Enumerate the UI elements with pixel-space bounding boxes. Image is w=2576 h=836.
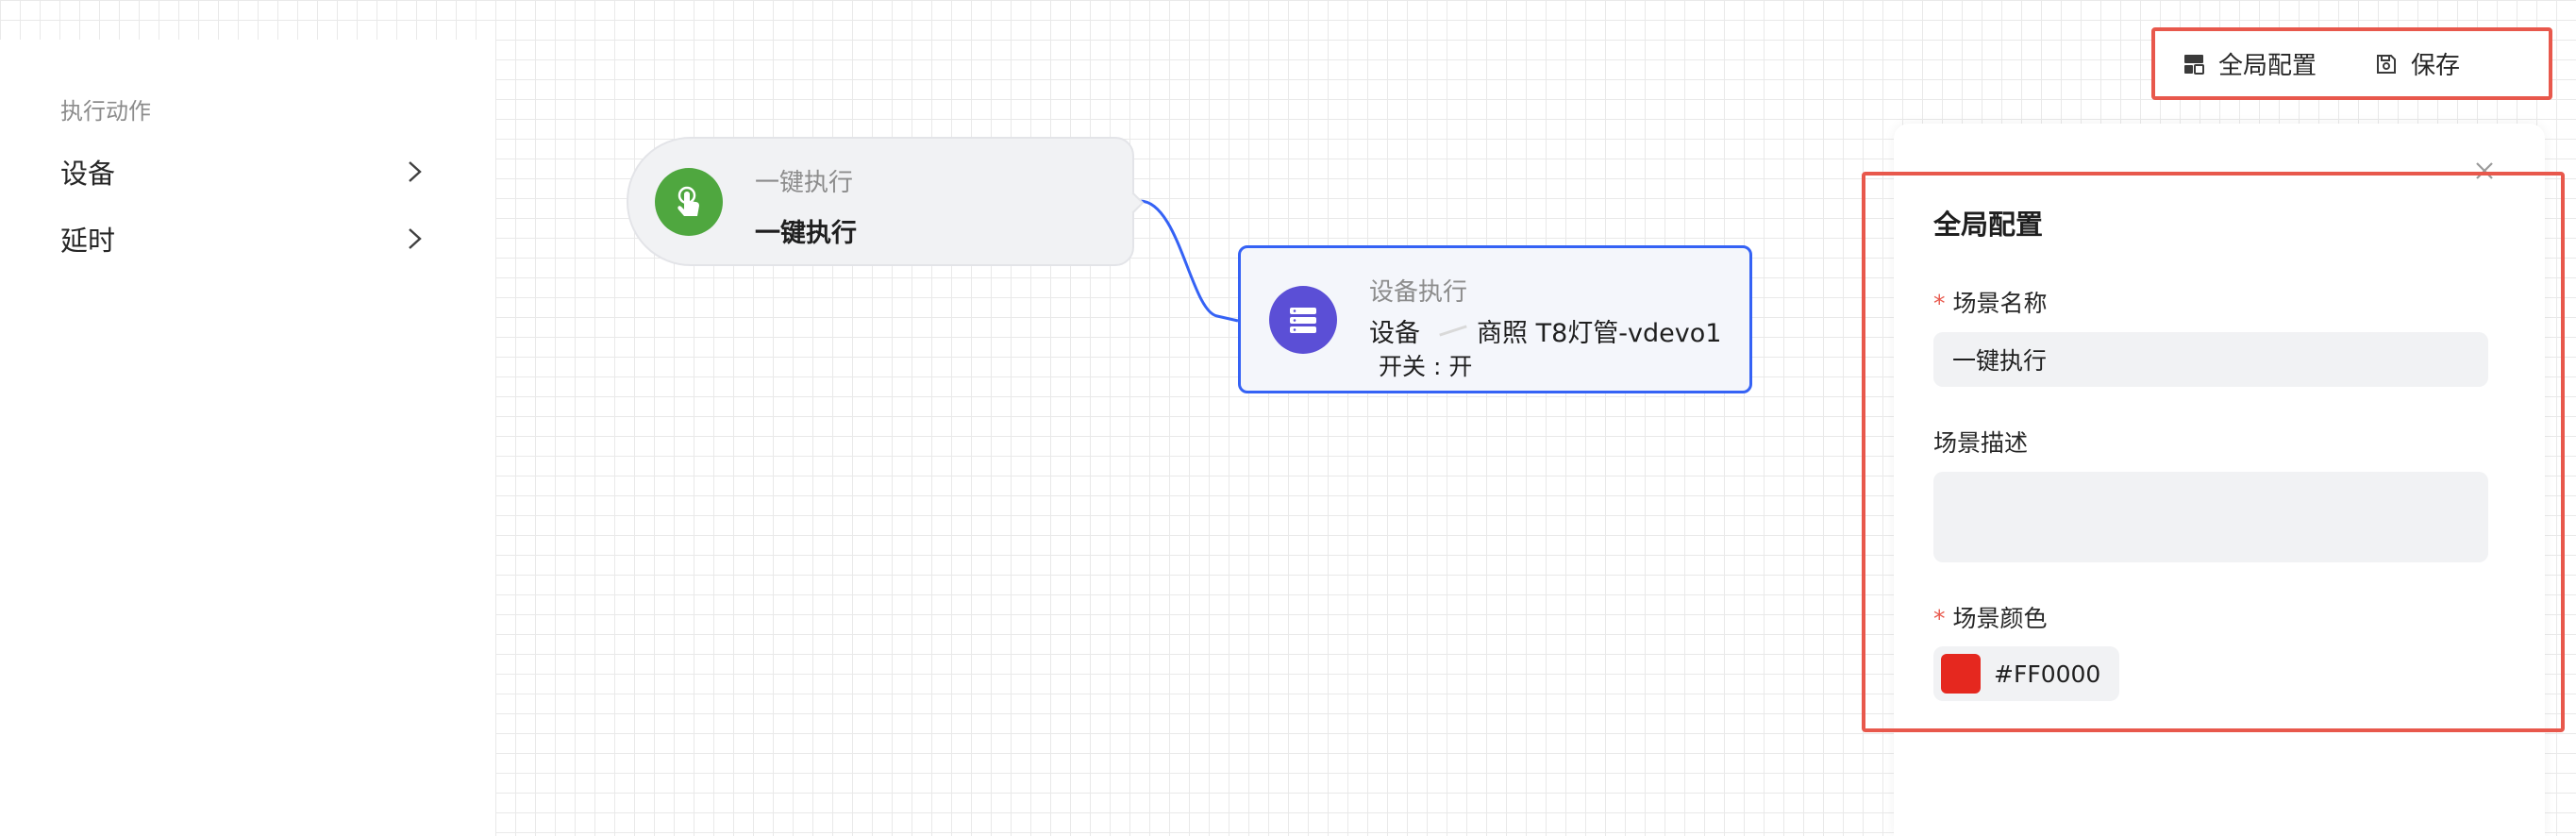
server-stack-icon <box>1269 286 1337 354</box>
sidebar-section-title: 执行动作 <box>60 98 151 125</box>
sidebar-item-delay[interactable]: 延时 <box>60 212 438 265</box>
tap-hand-icon <box>655 168 723 236</box>
device-node-action: 开关 : 开 <box>1379 353 1473 380</box>
chevron-right-icon <box>409 161 422 182</box>
global-config-label: 全局配置 <box>2218 52 2317 80</box>
trigger-node-title: 一键执行 <box>755 219 857 248</box>
device-name: 商照 T8灯管-vdevo1 <box>1477 319 1722 348</box>
sidebar-item-label: 延时 <box>60 225 116 257</box>
action-sidebar: 执行动作 设备 延时 <box>0 40 495 836</box>
device-thumbnail-icon <box>1439 325 1467 337</box>
trigger-node[interactable]: 一键执行 一键执行 <box>627 137 1145 266</box>
panel-highlight-frame <box>1862 172 2565 732</box>
chevron-right-icon <box>409 228 422 249</box>
sidebar-item-device[interactable]: 设备 <box>60 145 438 198</box>
save-button[interactable]: 保存 <box>2375 46 2460 81</box>
layout-grid-icon <box>2184 54 2204 75</box>
device-prefix: 设备 <box>1369 319 1420 348</box>
device-action-node[interactable]: 设备执行 设备 商照 T8灯管-vdevo1 开关 : 开 <box>1238 245 1752 393</box>
output-port[interactable] <box>1122 192 1145 214</box>
top-toolbar: 全局配置 保存 <box>2151 27 2552 100</box>
trigger-node-subtitle: 一键执行 <box>755 169 854 197</box>
global-config-button[interactable]: 全局配置 <box>2183 46 2317 81</box>
device-node-subtitle: 设备执行 <box>1369 278 1468 307</box>
save-label: 保存 <box>2411 52 2461 80</box>
device-node-device-line: 设备 商照 T8灯管-vdevo1 <box>1369 312 1721 349</box>
sidebar-item-label: 设备 <box>60 158 116 190</box>
save-icon <box>2377 54 2397 74</box>
